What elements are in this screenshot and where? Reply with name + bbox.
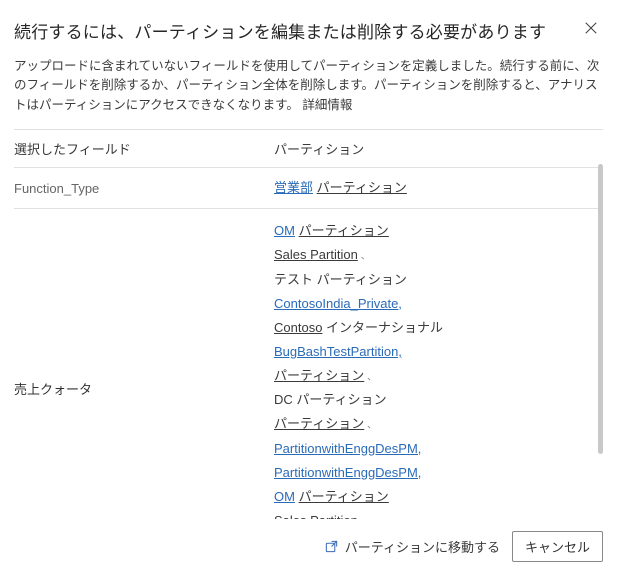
table-row: Function_Type 営業部 パーティション [14,168,603,209]
fields-table: 選択したフィールド パーティション Function_Type 営業部 パーティ… [14,129,603,519]
close-button[interactable] [579,16,603,40]
partition-list: OM パーティションSales Partition 、テスト パーティションCo… [274,221,599,519]
partition-item: Contoso インターナショナル [274,318,599,338]
partition-cell: OM パーティションSales Partition 、テスト パーティションCo… [274,209,603,519]
column-header-field: 選択したフィールド [14,130,274,168]
partition-item[interactable]: BugBashTestPartition, [274,342,599,362]
partition-item: Sales Partition [274,247,358,262]
partition-item: テスト パーティション [274,270,599,290]
table-container: 選択したフィールド パーティション Function_Type 営業部 パーティ… [14,129,603,519]
partition-item[interactable]: OM パーティション [274,221,599,241]
navigate-partitions-label: パーティションに移動する [345,537,500,556]
navigate-partitions-link[interactable]: パーティションに移動する [324,537,500,556]
dialog-header: 続行するには、パーティションを編集または削除する必要があります [14,18,603,43]
partition-item[interactable]: PartitionwithEnggDesPM, [274,439,599,459]
field-name: 売上クォータ [14,209,274,519]
partition-item[interactable]: OM パーティション [274,487,599,507]
column-header-partition: パーティション [274,130,603,168]
partition-item: Sales Partition [274,513,358,519]
scrollbar-track[interactable] [598,164,603,519]
partition-list: 営業部 パーティション [274,178,599,198]
table-row: 売上クォータ OM パーティションSales Partition 、テスト パー… [14,209,603,519]
close-icon [584,21,598,35]
dialog-description: アップロードに含まれていないフィールドを使用してパーティションを定義しました。続… [14,57,603,115]
partition-item[interactable]: PartitionwithEnggDesPM, [274,463,599,483]
more-info-link[interactable]: 詳細情報 [302,98,352,112]
open-external-icon [324,539,339,554]
partition-item: パーティション [274,416,364,431]
partition-item[interactable]: 営業部 パーティション [274,178,599,198]
dialog-title: 続行するには、パーティションを編集または削除する必要があります [14,18,579,43]
partition-cell: 営業部 パーティション [274,168,603,209]
dialog-root: 続行するには、パーティションを編集または削除する必要があります アップロードに含… [0,0,623,576]
dialog-footer: パーティションに移動する キャンセル [14,519,603,562]
cancel-button[interactable]: キャンセル [512,531,603,562]
field-name: Function_Type [14,168,274,209]
scrollbar-thumb[interactable] [598,164,603,454]
partition-item[interactable]: ContosoIndia_Private, [274,294,599,314]
partition-item: パーティション [274,368,364,383]
partition-item: DC パーティション [274,390,599,410]
